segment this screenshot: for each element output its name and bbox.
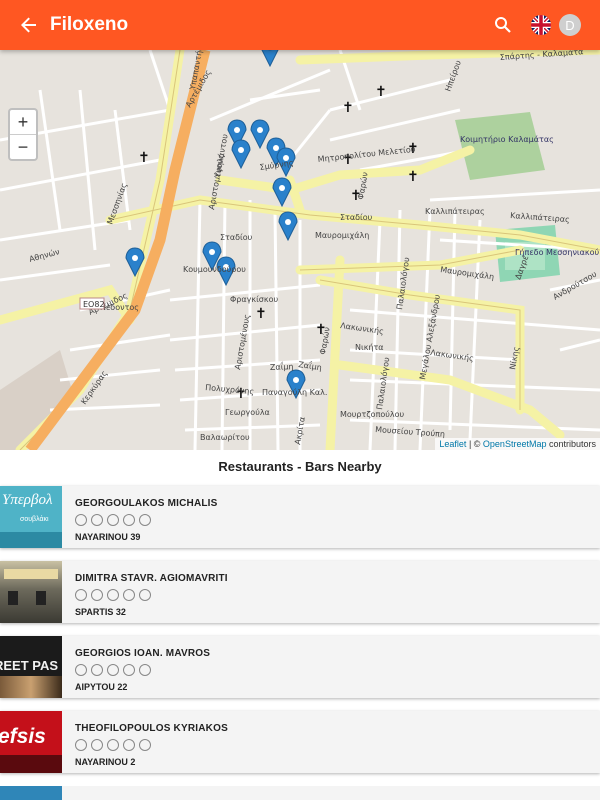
search-icon[interactable] [491, 13, 515, 37]
thumb-band [0, 676, 62, 698]
rating-circle [139, 664, 151, 676]
thumb-band [0, 532, 62, 548]
label-nedontos: Νέδοντος [100, 302, 139, 312]
item-address: NAYARINOU 39 [75, 532, 141, 542]
rating-circle [123, 589, 135, 601]
item-name: GEORGIOS IOAN. MAVROS [75, 648, 211, 659]
avatar[interactable]: D [559, 14, 581, 36]
label-kallipateiras: Καλλιπάτειρας [425, 207, 485, 216]
zoom-out-button[interactable]: − [10, 134, 36, 159]
app-bar: Filoxeno D [0, 0, 600, 50]
thumb-text: Υπερβολ [2, 492, 53, 508]
zoom-in-button[interactable]: + [10, 110, 36, 134]
label-gipedo: Γήπεδο Μεσσηνιακού [515, 247, 599, 257]
rating-stars [75, 514, 218, 526]
zoom-control: + − [8, 108, 38, 161]
rating-circle [139, 514, 151, 526]
rating-circle [107, 664, 119, 676]
rating-circle [107, 589, 119, 601]
label-stadiou: Σταδίου [220, 233, 253, 242]
thumb-chair [36, 591, 46, 605]
app-title: Filoxeno [50, 14, 129, 35]
label-fraggiskou: Φραγκίσκου [230, 295, 278, 304]
rating-circle [139, 739, 151, 751]
rating-circle [75, 664, 87, 676]
map-tiles: ✝✝✝ ✝✝✝✝ ✝✝✝ Σταδίου Σταδίου Μητροπολίτο… [0, 50, 600, 450]
list-item[interactable]: Υπερβολ σουβλάκι GEORGOULAKOS MICHALIS N… [0, 486, 600, 548]
label-georgoula: Γεωργούλα [225, 407, 270, 417]
item-address: SPARTIS 32 [75, 607, 126, 617]
rating-circle [139, 589, 151, 601]
rating-circle [91, 664, 103, 676]
label-koumoundourou: Κουμουνδούρου [183, 264, 246, 274]
thumbnail: efsis [0, 711, 62, 773]
rating-circle [107, 514, 119, 526]
thumbnail: REET PAS [0, 636, 62, 698]
item-name: GEORGOULAKOS MICHALIS [75, 498, 218, 509]
item-info: GEORGOULAKOS MICHALIS NAYARINOU 39 [62, 486, 218, 548]
list-item[interactable]: DIMITRA STAVR. AGIOMAVRITI SPARTIS 32 [0, 561, 600, 623]
rating-circle [75, 589, 87, 601]
thumb-awning [4, 569, 58, 579]
map-view[interactable]: ✝ ✝ ✝ ✝ ✝ ✝ ✝ ✝ ✝ ✝ Σταδίου Σταδίου Μητρ… [0, 50, 600, 450]
label-kimitirio: Κοιμητήριο Καλαμάτας [460, 135, 554, 144]
item-info: DIMITRA STAVR. AGIOMAVRITI SPARTIS 32 [62, 561, 228, 623]
thumb-chair [8, 591, 18, 605]
item-address: AIPYTOU 22 [75, 682, 128, 692]
rating-circle [123, 739, 135, 751]
item-info: GEORGIOS IOAN. MAVROS AIPYTOU 22 [62, 636, 210, 698]
label-valaoritou: Βαλαωρίτου [200, 433, 250, 442]
rating-stars [75, 664, 210, 676]
svg-text:✝: ✝ [407, 169, 419, 185]
svg-text:✝: ✝ [342, 100, 354, 116]
rating-circle [75, 514, 87, 526]
svg-text:✝: ✝ [255, 306, 267, 322]
back-arrow-icon[interactable] [17, 13, 41, 37]
svg-text:✝: ✝ [375, 84, 387, 100]
thumb-band [0, 755, 62, 773]
thumbnail [0, 561, 62, 623]
label-panagouli: Παναγούλη Καλ. [262, 387, 327, 397]
attribution-suffix: contributors [546, 439, 596, 449]
item-address: NAYARINOU 2 [75, 757, 136, 767]
label-nikita: Νικήτα [355, 343, 384, 352]
thumb-text: efsis [0, 725, 46, 748]
rating-circle [107, 739, 119, 751]
list-item-partial[interactable] [0, 786, 600, 800]
item-name: DIMITRA STAVR. AGIOMAVRITI [75, 573, 228, 584]
attribution-separator: | © [466, 439, 483, 449]
list-item[interactable]: efsis THEOFILOPOULOS KYRIAKOS NAYARINOU … [0, 711, 600, 773]
rating-stars [75, 589, 228, 601]
label-stadiou2: Σταδίου [340, 213, 373, 222]
rating-circle [91, 589, 103, 601]
rating-circle [123, 664, 135, 676]
label-mourtzoulou: Μουρτζοπούλου [340, 409, 405, 419]
item-name: THEOFILOPOULOS KYRIAKOS [75, 723, 228, 734]
osm-link[interactable]: OpenStreetMap [483, 439, 547, 449]
rating-circle [91, 739, 103, 751]
list-item[interactable]: REET PAS GEORGIOS IOAN. MAVROS AIPYTOU 2… [0, 636, 600, 698]
rating-circle [91, 514, 103, 526]
label-zaimi2: Ζαΐμη [270, 360, 294, 372]
rating-stars [75, 739, 228, 751]
item-info: THEOFILOPOULOS KYRIAKOS NAYARINOU 2 [62, 711, 228, 773]
thumbnail: Υπερβολ σουβλάκι [0, 486, 62, 548]
map-attribution: Leaflet | © OpenStreetMap contributors [435, 438, 600, 450]
svg-text:✝: ✝ [138, 150, 150, 166]
thumbnail [0, 786, 62, 800]
leaflet-link[interactable]: Leaflet [439, 439, 466, 449]
thumb-sub: σουβλάκι [20, 516, 49, 523]
section-title: Restaurants - Bars Nearby [218, 459, 382, 474]
thumb-text: REET PAS [0, 658, 59, 673]
rating-circle [75, 739, 87, 751]
language-flag-icon[interactable] [531, 15, 551, 35]
rating-circle [123, 514, 135, 526]
label-eo82: ΕΟ82 [83, 300, 105, 309]
label-mavromichali: Μαυρομιχάλη [315, 231, 369, 240]
